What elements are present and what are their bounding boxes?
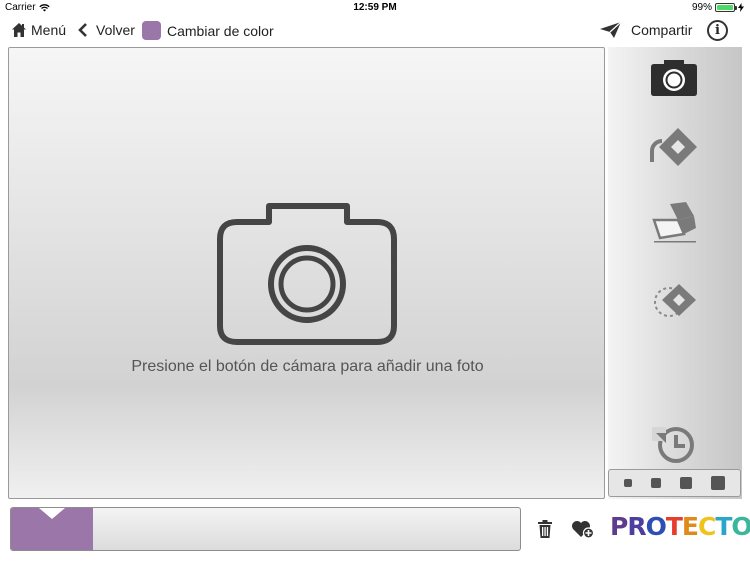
paper-plane-icon [600,22,622,38]
history-tool-button[interactable] [641,417,707,471]
chevron-left-icon [78,23,87,37]
protecto-logo: PROTECTO [610,512,750,541]
clock: 12:59 PM [353,2,397,13]
logo-letter: P [610,512,628,541]
brush-size-selector [608,469,741,497]
add-photo-hint: Presione el botón de cámara para añadir … [131,358,484,375]
menu-button[interactable]: Menú [11,22,66,38]
color-slider[interactable] [10,507,521,551]
add-favorite-icon[interactable] [571,519,595,539]
top-toolbar: Menú Volver Cambiar de color Compartir i [0,15,750,47]
home-icon [12,23,26,37]
logo-letter: T [715,512,732,541]
logo-letter: R [627,512,646,541]
brush-size-xlarge[interactable] [710,476,725,490]
rotate-left-icon [650,128,697,166]
camera-placeholder-icon [217,203,397,345]
slider-handle[interactable] [39,508,65,519]
status-bar: Carrier 12:59 PM 99% [0,0,750,15]
camera-icon [651,60,697,96]
info-button[interactable]: i [707,20,728,41]
logo-letter: O [731,512,750,541]
back-button[interactable]: Volver [78,22,135,38]
battery-status: 99% [692,2,744,13]
share-label: Compartir [631,22,693,38]
back-label: Volver [96,22,135,38]
rotate-outline-icon [654,284,696,317]
battery-icon [715,3,737,12]
info-icon: i [715,23,720,38]
share-button[interactable]: Compartir [600,22,692,38]
rotate-outline-tool-button[interactable] [641,273,707,327]
change-color-button[interactable]: Cambiar de color [142,21,274,40]
brush-size-small[interactable] [624,479,633,487]
tool-sidebar [608,47,742,499]
camera-tool-button[interactable] [641,51,707,105]
logo-letter: E [681,512,699,541]
eraser-tool-button[interactable] [641,194,707,248]
battery-percent: 99% [691,2,712,13]
photo-canvas[interactable]: Presione el botón de cámara para añadir … [8,47,605,499]
trash-icon[interactable] [537,520,553,538]
color-swatch [142,21,161,40]
menu-label: Menú [31,22,67,38]
logo-letter: C [698,512,716,541]
rotate-left-tool-button[interactable] [641,120,707,174]
logo-letter: O [645,512,667,541]
brush-size-large[interactable] [679,477,692,489]
eraser-icon [652,202,696,243]
change-color-label: Cambiar de color [167,22,274,39]
history-icon [652,427,694,463]
brush-size-medium[interactable] [651,478,662,488]
logo-letter: T [665,512,683,541]
bottom-bar: PROTECTO [0,500,750,562]
charging-icon [738,3,744,12]
